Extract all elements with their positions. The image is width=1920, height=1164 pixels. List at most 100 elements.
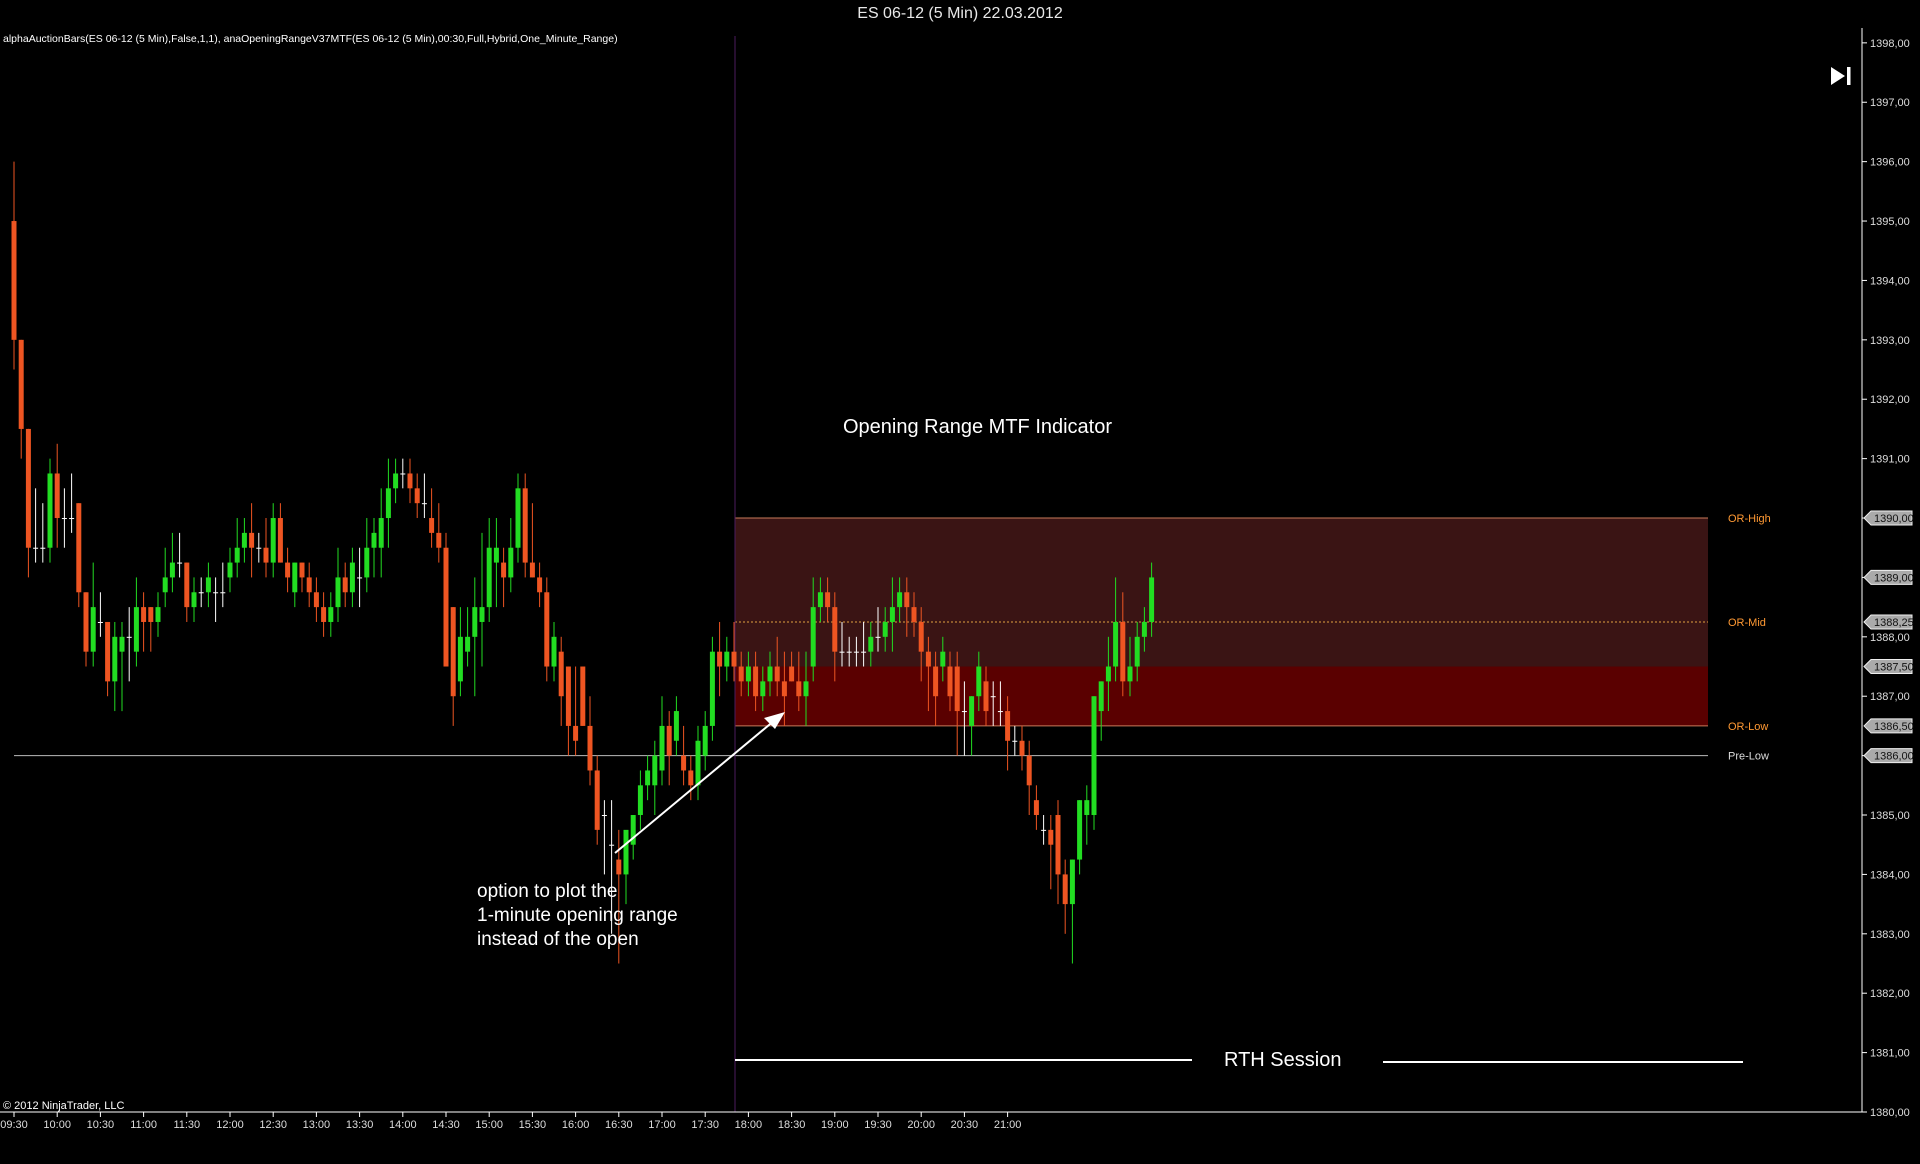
candle-body [227,562,233,578]
candle-body [933,666,939,697]
price-tick-label: 1395,00 [1870,216,1910,228]
candle-body [832,607,838,652]
candle [76,503,82,608]
candle-body [594,770,600,830]
price-tag-label: 1386,00 [1874,751,1914,763]
candle-body [11,221,17,340]
candle-body [551,636,557,667]
candle-body [141,607,147,622]
candle-body [133,607,139,652]
price-tick-label: 1394,00 [1870,275,1910,287]
time-tick-label: 18:00 [735,1119,763,1131]
price-tick-label: 1396,00 [1870,157,1910,169]
candle-body [997,711,1003,713]
candle-body [767,666,773,682]
candle-body [241,532,247,548]
candle-body [1005,711,1011,741]
price-tick-label: 1392,00 [1870,394,1910,406]
candle-body [911,607,917,622]
candle-body [702,725,708,756]
candle-body [709,651,715,726]
candle-body [213,592,219,594]
time-tick-label: 20:00 [907,1119,935,1131]
candle-body [623,829,629,875]
candle-body [40,547,46,549]
candle-body [817,592,823,608]
price-chart[interactable]: OR-High OR-Mid OR-Low Pre-Low 1398,00 1397,0… [0,28,1920,1159]
candle-body [1091,696,1097,816]
price-tag-label: 1388,25 [1874,617,1914,629]
opening-range-lower-band [735,666,1708,726]
candle-body [270,518,276,563]
candle-body [191,592,197,608]
price-tag-label: 1389,00 [1874,572,1914,584]
candle-body [717,651,723,667]
or-low-label: OR-Low [1728,721,1768,733]
candle-body [781,681,787,697]
candle-body [220,592,226,594]
candle-body [69,518,75,520]
time-tick-label: 21:00 [994,1119,1022,1131]
candle-body [486,547,492,608]
candle-body [868,636,874,652]
skip-to-end-button[interactable] [1828,64,1854,88]
opening-range-upper-band [735,518,1708,667]
candle-body [277,518,283,563]
time-tick-label: 11:30 [173,1119,200,1131]
candle-body [457,636,463,682]
copyright-label: © 2012 NinjaTrader, LLC [3,1100,124,1112]
candle [544,577,550,682]
candle-body [155,607,161,622]
time-tick-label: 11:00 [130,1119,157,1131]
candle-body [1069,859,1075,905]
candle-body [378,518,384,548]
rth-session-label: RTH Session [1224,1049,1341,1071]
candle-body [580,666,586,726]
candle-body [119,636,125,652]
candle-body [825,592,831,608]
candle-body [299,562,305,578]
price-tick-label: 1398,00 [1870,38,1910,50]
candle-body [328,607,334,622]
candle-body [1041,829,1047,831]
candle-body [76,503,82,593]
pre-low-label: Pre-Low [1728,751,1769,763]
candle-body [25,428,31,548]
candle-body [1077,800,1083,860]
candle-body [558,651,564,697]
candle-body [407,473,413,489]
candle-body [681,755,687,771]
annotation-note-line-2: 1-minute opening range [477,905,678,926]
candle-body [306,577,312,593]
annotation-title: Opening Range MTF Indicator [843,416,1112,438]
candle-body [54,473,60,519]
candle-body [940,651,946,667]
or-mid-label: OR-Mid [1728,617,1766,629]
candle-body [976,666,982,697]
candle-body [882,621,888,637]
price-tick-label: 1381,00 [1870,1048,1910,1060]
chart-panel[interactable]: OR-High OR-Mid OR-Low Pre-Low 1398,00 1397,0… [0,28,1920,1159]
time-tick-label: 20:30 [951,1119,979,1131]
candle-body [313,592,319,608]
candle [47,458,53,563]
candle-body [1127,666,1133,682]
time-tick-label: 10:30 [87,1119,115,1131]
candle-body [112,636,118,682]
candle-body [414,488,420,504]
candle-body [508,547,514,578]
candle-body [853,651,859,653]
time-tick-label: 13:30 [346,1119,374,1131]
candle-body [335,577,341,608]
candle-body [1084,800,1090,816]
candle-body [321,607,327,622]
candle-body [616,859,622,875]
candle [709,636,715,741]
candle-body [47,473,53,548]
candle-body [954,666,960,712]
candle-body [1113,621,1119,667]
time-tick-label: 16:00 [562,1119,590,1131]
candle [443,532,449,667]
time-tick-label: 15:00 [475,1119,503,1131]
candle-body [1149,577,1155,622]
